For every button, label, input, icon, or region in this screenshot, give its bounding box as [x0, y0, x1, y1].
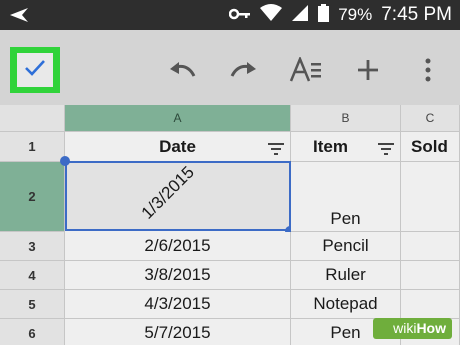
column-header-b[interactable]: B	[291, 105, 401, 132]
checkmark-icon	[24, 59, 46, 82]
cell-c5[interactable]	[401, 290, 460, 319]
cell-b5[interactable]: Notepad	[291, 290, 401, 319]
done-button[interactable]	[10, 47, 60, 93]
cell-a4[interactable]: 3/8/2015	[65, 261, 291, 290]
text-format-icon[interactable]	[288, 52, 324, 88]
watermark-suffix: How	[416, 320, 446, 336]
cell-b4[interactable]: Ruler	[291, 261, 401, 290]
cell-b3[interactable]: Pencil	[291, 232, 401, 261]
selection-handle-top[interactable]	[60, 156, 70, 166]
row-header-4[interactable]: 4	[0, 261, 65, 290]
row-header-3[interactable]: 3	[0, 232, 65, 261]
filter-icon[interactable]	[268, 140, 284, 160]
cell-c3[interactable]	[401, 232, 460, 261]
cell-c4[interactable]	[401, 261, 460, 290]
row-header-2[interactable]: 2	[0, 162, 65, 232]
wifi-icon	[260, 3, 283, 27]
signal-icon	[291, 4, 309, 27]
cell-c1[interactable]: Sold	[401, 132, 460, 162]
row-header-6[interactable]: 6	[0, 319, 65, 345]
column-header-c[interactable]: C	[401, 105, 460, 132]
cell-c2[interactable]	[401, 162, 460, 232]
clock: 7:45 PM	[381, 4, 452, 25]
column-header-a[interactable]: A	[65, 105, 291, 132]
spreadsheet-grid: A B C 1 2 3 4 5 6 Date Item Sold 1/3/201…	[0, 105, 460, 345]
header-date: Date	[159, 136, 196, 156]
undo-icon[interactable]	[164, 52, 200, 88]
key-icon	[228, 5, 251, 25]
header-item: Item	[313, 136, 348, 156]
header-sold: Sold	[411, 136, 448, 156]
cell-b1[interactable]: Item	[291, 132, 401, 162]
row-header-1[interactable]: 1	[0, 132, 65, 162]
cell-a1[interactable]: Date	[65, 132, 291, 162]
row-header-5[interactable]: 5	[0, 290, 65, 319]
cell-b2-value: Pen	[330, 209, 361, 228]
cell-a3[interactable]: 2/6/2015	[65, 232, 291, 261]
cell-a5[interactable]: 4/3/2015	[65, 290, 291, 319]
toolbar	[0, 30, 460, 105]
add-icon[interactable]	[350, 52, 386, 88]
more-vert-icon[interactable]	[410, 52, 446, 88]
wikihow-watermark: wikiHow	[373, 318, 452, 339]
battery-icon	[318, 3, 330, 27]
back-arrow-icon[interactable]	[8, 6, 30, 29]
filter-icon[interactable]	[378, 140, 394, 160]
battery-percent: 79%	[338, 5, 373, 24]
status-bar: 79% 7:45 PM	[0, 0, 460, 30]
watermark-prefix: wiki	[393, 320, 417, 336]
redo-icon[interactable]	[226, 52, 262, 88]
select-all-corner[interactable]	[0, 105, 65, 132]
cell-a6[interactable]: 5/7/2015	[65, 319, 291, 345]
cell-b2[interactable]: Pen	[291, 162, 401, 232]
